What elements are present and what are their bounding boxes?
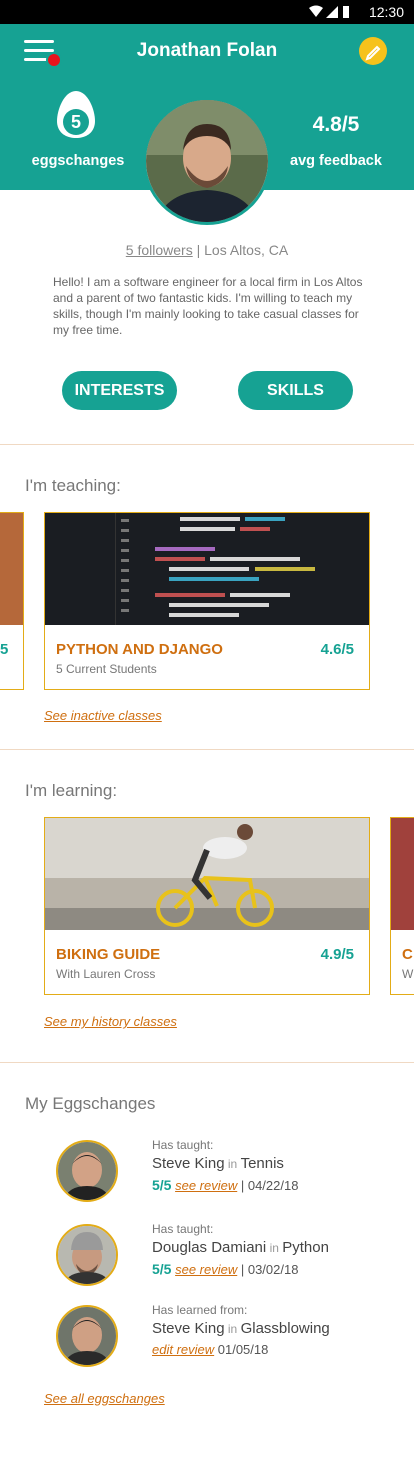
avg-rating: 4.8/5 bbox=[312, 113, 360, 136]
notification-dot bbox=[46, 52, 62, 68]
see-review-link[interactable]: see review bbox=[175, 1178, 237, 1193]
class-rating: 4.6/5 bbox=[320, 641, 354, 658]
eggschange-meta: 5/5 see review | 04/22/18 bbox=[152, 1177, 299, 1193]
bio: Hello! I am a software engineer for a lo… bbox=[53, 275, 363, 337]
profile-name: Jonathan Folan bbox=[136, 40, 278, 61]
pencil-icon bbox=[365, 45, 381, 61]
eggschange-meta: 5/5 see review | 03/02/18 bbox=[152, 1261, 299, 1277]
class-subtitle: With Lauren Cross bbox=[56, 967, 156, 981]
avatar bbox=[56, 1140, 118, 1202]
class-rating: 4.9/5 bbox=[320, 946, 354, 963]
divider bbox=[0, 1062, 414, 1063]
profile-avatar bbox=[143, 97, 271, 225]
eggschange-item[interactable]: Has learned from: Steve King in Glassblo… bbox=[56, 1303, 386, 1369]
followers-location: 5 followers | Los Altos, CA bbox=[0, 242, 414, 258]
status-bar: 12:30 bbox=[0, 0, 414, 24]
divider bbox=[0, 444, 414, 445]
eggschange-title: Steve King in Tennis bbox=[152, 1155, 284, 1172]
eggschange-score: 5/5 bbox=[152, 1177, 172, 1193]
eggschange-title: Douglas Damiani in Python bbox=[152, 1239, 329, 1256]
code-thumbnail bbox=[45, 513, 369, 625]
class-title: PYTHON AND DJANGO bbox=[56, 641, 223, 658]
avatar bbox=[56, 1305, 118, 1367]
edit-profile-button[interactable] bbox=[359, 37, 387, 65]
eggschange-kind: Has taught: bbox=[152, 1222, 214, 1236]
see-inactive-classes-link[interactable]: See inactive classes bbox=[44, 708, 162, 723]
see-history-classes-link[interactable]: See my history classes bbox=[44, 1014, 177, 1029]
edit-review-link[interactable]: edit review bbox=[152, 1342, 214, 1357]
eggschange-meta: edit review 01/05/18 bbox=[152, 1342, 269, 1357]
eggschange-title: Steve King in Glassblowing bbox=[152, 1320, 330, 1337]
class-subtitle-fragment: W bbox=[402, 967, 414, 981]
hamburger-icon bbox=[24, 40, 54, 43]
eggschange-score: 5/5 bbox=[152, 1261, 172, 1277]
divider bbox=[0, 749, 414, 750]
class-title: BIKING GUIDE bbox=[56, 946, 161, 963]
eggschange-kind: Has taught: bbox=[152, 1138, 214, 1152]
teaching-heading: I'm teaching: bbox=[25, 476, 121, 495]
class-card-partial-next[interactable]: C W bbox=[390, 817, 414, 995]
eggschange-kind: Has learned from: bbox=[152, 1303, 248, 1317]
class-card-partial-prev[interactable]: 5 bbox=[0, 512, 24, 690]
class-subtitle: 5 Current Students bbox=[56, 662, 157, 676]
class-card-python-django[interactable]: PYTHON AND DJANGO 4.6/5 5 Current Studen… bbox=[44, 512, 370, 690]
class-card-biking-guide[interactable]: BIKING GUIDE 4.9/5 With Lauren Cross bbox=[44, 817, 370, 995]
class-rating-fragment: 5 bbox=[0, 641, 9, 658]
eggschange-item[interactable]: Has taught: Steve King in Tennis 5/5 see… bbox=[56, 1138, 386, 1204]
followers-link[interactable]: 5 followers bbox=[126, 242, 193, 258]
interests-button[interactable]: INTERESTS bbox=[62, 371, 177, 410]
menu-button[interactable] bbox=[24, 40, 62, 68]
eggschanges-heading: My Eggschanges bbox=[25, 1094, 156, 1113]
learning-heading: I'm learning: bbox=[25, 781, 118, 800]
eggschange-item[interactable]: Has taught: Douglas Damiani in Python 5/… bbox=[56, 1222, 386, 1288]
signal-wifi-battery-icon bbox=[309, 5, 349, 18]
location: | Los Altos, CA bbox=[192, 242, 289, 258]
eggschanges-count: 5 bbox=[70, 112, 81, 132]
see-all-eggschanges-link[interactable]: See all eggschanges bbox=[44, 1391, 165, 1406]
clock: 12:30 bbox=[368, 4, 404, 20]
biking-thumbnail bbox=[45, 818, 369, 930]
skills-button[interactable]: SKILLS bbox=[238, 371, 353, 410]
class-title-fragment: C bbox=[402, 946, 413, 963]
eggschanges-label: eggschanges bbox=[31, 153, 125, 169]
see-review-link[interactable]: see review bbox=[175, 1262, 237, 1277]
avg-feedback-label: avg feedback bbox=[290, 153, 382, 169]
avatar bbox=[56, 1224, 118, 1286]
